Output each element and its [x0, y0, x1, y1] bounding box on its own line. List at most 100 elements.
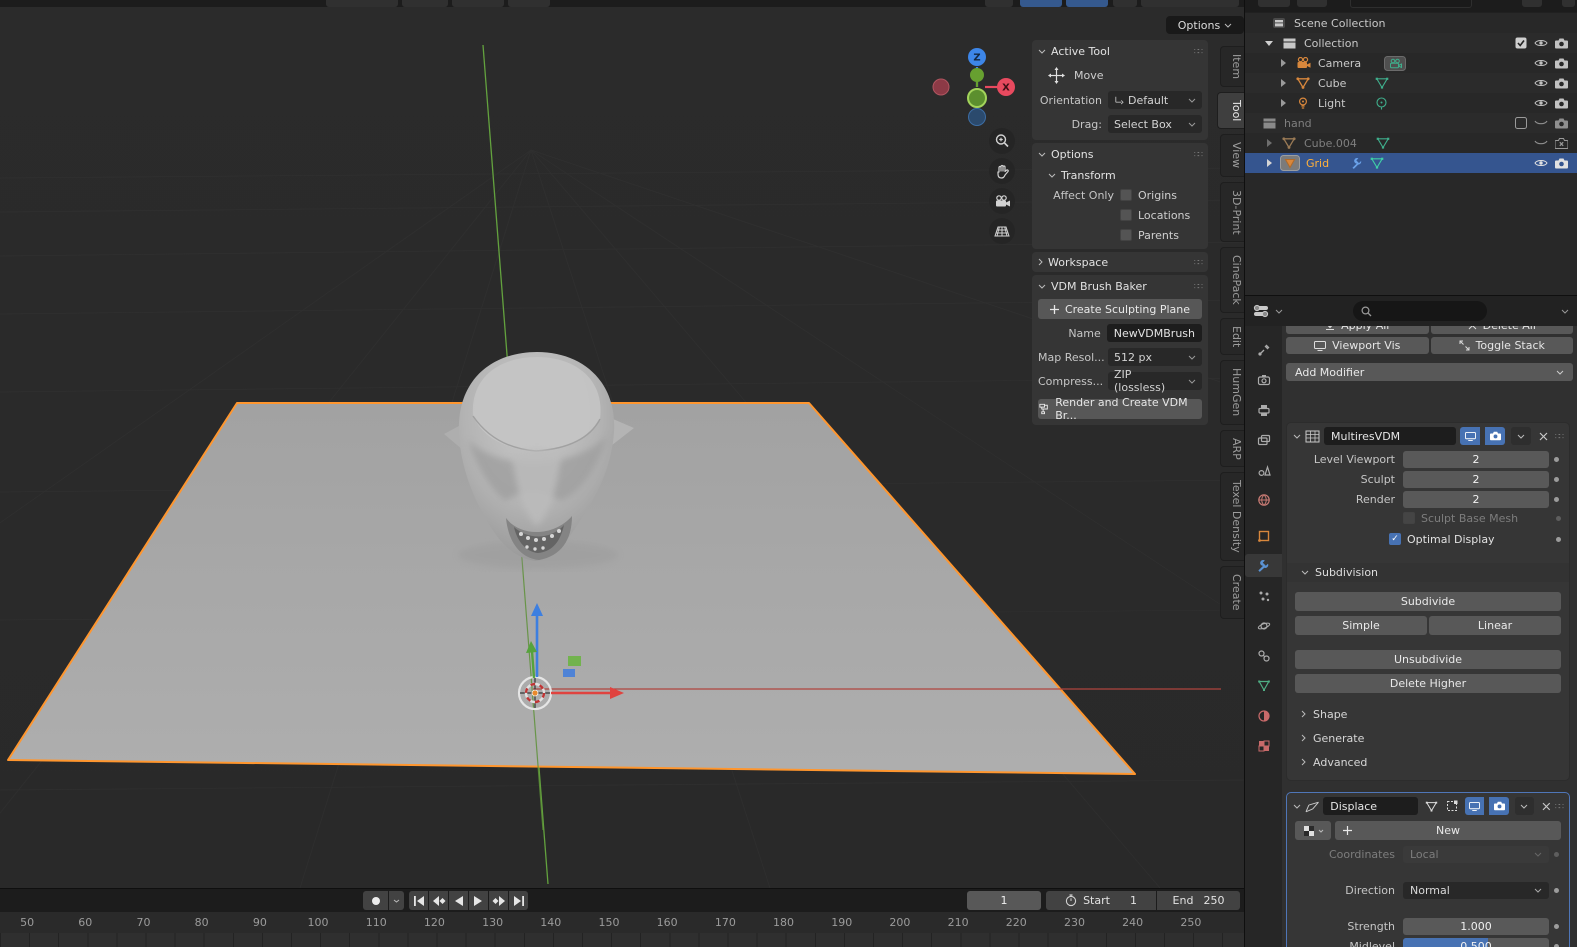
tab-edit[interactable]: Edit: [1220, 318, 1244, 356]
strength-slider[interactable]: 1.000: [1403, 917, 1549, 935]
camera-view-button[interactable]: [989, 188, 1015, 214]
eye-icon[interactable]: [1531, 58, 1551, 68]
gizmo-axis-y-pos[interactable]: [970, 68, 984, 82]
outliner-row-grid[interactable]: Grid: [1245, 153, 1577, 173]
tab-texture-properties[interactable]: [1245, 734, 1282, 757]
render-disabled-camera-icon[interactable]: [1551, 137, 1571, 149]
panel-header-workspace[interactable]: Workspace ∷∷: [1032, 252, 1208, 272]
xray-toggle[interactable]: [1066, 0, 1108, 7]
tab-3d-print[interactable]: 3D-Print: [1220, 181, 1244, 243]
disclosure-collapsed-icon[interactable]: [1273, 99, 1293, 107]
timeline-frame-ticks[interactable]: [0, 933, 1244, 947]
outliner-row-cube-004[interactable]: Cube.004: [1245, 133, 1577, 153]
displace-name-field[interactable]: Displace: [1323, 797, 1419, 815]
tab-texel-density[interactable]: Texel Density: [1220, 472, 1244, 562]
proportional-edit-toggle[interactable]: [508, 0, 550, 7]
toggle-perspective-button[interactable]: [989, 218, 1015, 244]
render-slider[interactable]: 2: [1403, 490, 1549, 508]
render-visibility-camera-icon[interactable]: [1551, 158, 1571, 169]
outliner-row-camera[interactable]: Camera: [1245, 53, 1577, 73]
chevron-down-icon[interactable]: [1293, 804, 1301, 809]
record-options-dropdown[interactable]: [389, 891, 404, 910]
resolution-dropdown[interactable]: 512 px: [1108, 348, 1202, 366]
disclosure-collapsed-icon[interactable]: [1273, 79, 1293, 87]
gizmo-axis-x-neg[interactable]: [932, 78, 950, 96]
tab-modifier-properties[interactable]: [1245, 554, 1282, 577]
animate-dot[interactable]: [1549, 943, 1563, 947]
add-modifier-dropdown[interactable]: Add Modifier: [1286, 363, 1573, 381]
transform-orientation-dropdown[interactable]: Normal: [326, 0, 398, 7]
drag-dots-icon[interactable]: ∷∷: [1194, 282, 1203, 291]
collection-exclude-checkbox[interactable]: [1511, 37, 1531, 49]
eye-icon[interactable]: [1531, 78, 1551, 88]
drag-dots-icon[interactable]: ∷∷: [1194, 150, 1203, 159]
disclosure-collapsed-icon[interactable]: [1259, 159, 1279, 167]
tab-view-layer-properties[interactable]: [1245, 428, 1282, 451]
tab-view[interactable]: View: [1220, 134, 1244, 177]
subdivision-subpanel-header[interactable]: Subdivision: [1287, 563, 1569, 582]
gizmo-axis-z-neg[interactable]: [968, 108, 986, 126]
3d-viewport[interactable]: Normal Options Z: [0, 0, 1244, 888]
generate-subpanel-header[interactable]: Generate: [1287, 726, 1569, 750]
delete-all-button[interactable]: Delete All: [1430, 326, 1573, 334]
tab-physics-properties[interactable]: [1245, 614, 1282, 637]
vdm-name-input[interactable]: NewVDMBrush: [1106, 324, 1202, 342]
apply-all-button[interactable]: Apply All: [1286, 326, 1429, 334]
animate-dot[interactable]: [1549, 476, 1563, 482]
level-viewport-slider[interactable]: 2: [1403, 450, 1549, 468]
shading-wireframe-button[interactable]: [1113, 0, 1137, 7]
filter-dropdown[interactable]: [1522, 0, 1542, 7]
compression-dropdown[interactable]: ZIP (lossless): [1108, 368, 1202, 394]
tab-output-properties[interactable]: [1245, 398, 1282, 421]
create-sculpting-plane-button[interactable]: Create Sculpting Plane: [1038, 299, 1202, 319]
zoom-button[interactable]: [989, 128, 1015, 154]
prev-keyframe-button[interactable]: [429, 891, 448, 910]
linear-button[interactable]: Linear: [1429, 616, 1561, 635]
camera-data-badge[interactable]: [1383, 55, 1407, 71]
chevron-down-icon[interactable]: [1275, 309, 1283, 314]
disclosure-collapsed-icon[interactable]: [1273, 59, 1293, 67]
outliner-row-hand[interactable]: hand: [1245, 113, 1577, 133]
disclosure-expanded-icon[interactable]: [1259, 40, 1279, 46]
optimal-display-checkbox[interactable]: ✓: [1389, 533, 1401, 545]
outliner-settings-icon[interactable]: [1562, 0, 1575, 7]
eye-icon[interactable]: [1531, 38, 1551, 48]
direction-dropdown[interactable]: Normal: [1403, 881, 1549, 899]
show-overlays-toggle[interactable]: [1020, 0, 1062, 7]
unsubdivide-button[interactable]: Unsubdivide: [1295, 650, 1561, 669]
tab-create[interactable]: Create: [1220, 566, 1244, 619]
viewport-vis-button[interactable]: Viewport Vis: [1286, 337, 1429, 354]
tab-world-properties[interactable]: [1245, 488, 1282, 511]
tab-material-properties[interactable]: [1245, 704, 1282, 727]
drag-dots-icon[interactable]: ∷∷: [1194, 258, 1203, 267]
chevron-down-icon[interactable]: [1561, 309, 1569, 314]
tab-item[interactable]: Item: [1220, 46, 1244, 88]
properties-editor-icon[interactable]: [1253, 304, 1269, 318]
pivot-point-dropdown[interactable]: [402, 0, 448, 7]
multires-name-field[interactable]: MultiresVDM: [1324, 427, 1456, 445]
render-visibility-camera-icon[interactable]: [1551, 118, 1571, 129]
outliner-row-light[interactable]: Light: [1245, 93, 1577, 113]
coordinates-dropdown[interactable]: Local: [1403, 845, 1549, 863]
sculpt-base-mesh-checkbox[interactable]: [1403, 512, 1415, 524]
tab-arp[interactable]: ARP: [1220, 429, 1244, 468]
eye-icon[interactable]: [1531, 158, 1551, 168]
tab-object-properties[interactable]: [1245, 524, 1282, 547]
displace-viewport-toggle[interactable]: [1465, 797, 1485, 815]
frame-end-field[interactable]: End 250: [1157, 891, 1240, 910]
midlevel-slider[interactable]: 0.500: [1403, 937, 1549, 947]
eye-closed-icon[interactable]: [1531, 139, 1551, 147]
toggle-stack-button[interactable]: Toggle Stack: [1430, 337, 1573, 354]
properties-search-input[interactable]: [1353, 301, 1487, 321]
drag-dots-icon[interactable]: ∷∷: [1555, 432, 1564, 441]
multires-header[interactable]: MultiresVDM ∷∷: [1287, 423, 1569, 449]
tab-object-data-properties[interactable]: [1245, 674, 1282, 697]
tab-humgen[interactable]: HumGen: [1220, 360, 1244, 425]
gizmo-plane-handle-green[interactable]: [568, 656, 581, 666]
tab-cinepack[interactable]: CinePack: [1220, 247, 1244, 314]
animate-dot[interactable]: [1549, 887, 1563, 893]
eye-icon[interactable]: [1531, 98, 1551, 108]
next-keyframe-button[interactable]: [489, 891, 508, 910]
multires-render-toggle[interactable]: [1485, 427, 1505, 445]
eye-closed-icon[interactable]: [1531, 119, 1551, 127]
